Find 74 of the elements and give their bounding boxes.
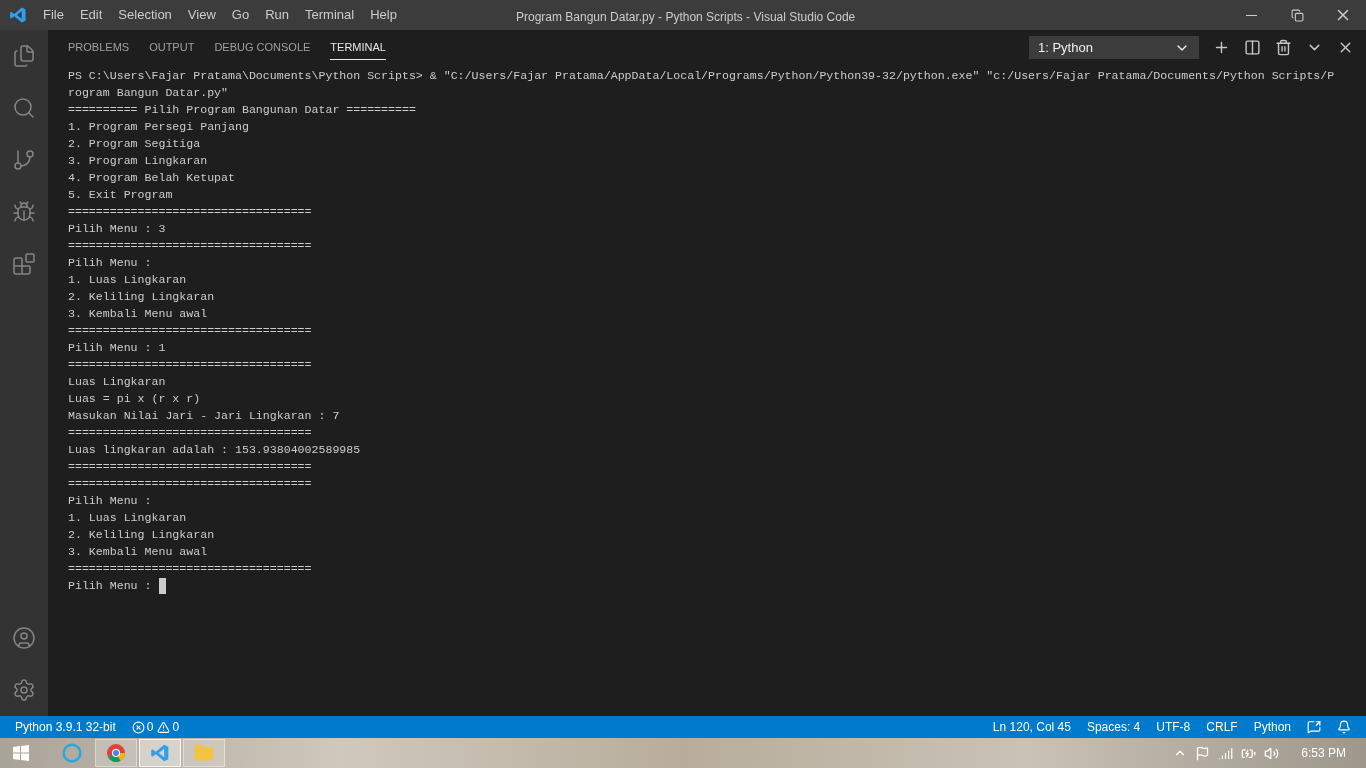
minimize-icon	[1245, 14, 1257, 16]
menu-item[interactable]: File	[35, 0, 72, 30]
terminal-line: Pilih Menu : 3	[68, 221, 166, 237]
terminal-line: ===================================	[68, 204, 312, 220]
terminal-line: 5. Exit Program	[68, 187, 173, 203]
terminal-line: ===================================	[68, 459, 312, 475]
terminal-line: ===================================	[68, 323, 312, 339]
taskbar-app[interactable]	[139, 739, 181, 767]
signal-icon[interactable]	[1218, 745, 1234, 761]
status-item[interactable]: Ln 120, Col 45	[992, 718, 1071, 736]
terminal-dropdown[interactable]: 1: Python	[1029, 36, 1199, 59]
terminal-line: Pilih Menu :	[68, 493, 152, 509]
volume-icon[interactable]	[1264, 745, 1280, 761]
error-count[interactable]: 0	[146, 718, 154, 736]
panel-tab[interactable]: TERMINAL	[330, 35, 386, 60]
panel-tab[interactable]: DEBUG CONSOLE	[214, 35, 311, 60]
flag-icon[interactable]	[1195, 745, 1211, 761]
menu-item[interactable]: Go	[223, 0, 258, 30]
terminal-line: ===================================	[68, 476, 312, 492]
plus-icon[interactable]	[1213, 39, 1230, 56]
menu-item[interactable]: Run	[257, 0, 297, 30]
terminal-line: 1. Luas Lingkaran	[68, 510, 187, 526]
terminal-line: Luas Lingkaran	[68, 374, 166, 390]
status-item[interactable]: UTF-8	[1156, 718, 1191, 736]
cursor	[158, 577, 166, 594]
terminal-line: 2. Program Segitiga	[68, 136, 201, 152]
warning-count[interactable]: 0	[172, 718, 180, 736]
terminal-line: Luas lingkaran adalah : 153.93804002589985	[68, 442, 361, 458]
menu-item[interactable]: Selection	[110, 0, 180, 30]
terminal-line: ========== Pilih Program Bangunan Datar ==========	[68, 102, 416, 118]
terminal-line: ===================================	[68, 357, 312, 373]
feedback-icon[interactable]	[1307, 720, 1321, 734]
terminal-line: Pilih Menu : 1	[68, 340, 166, 356]
trash-icon[interactable]	[1275, 39, 1292, 56]
terminal-line: ===================================	[68, 425, 312, 441]
panel-tab[interactable]: PROBLEMS	[68, 35, 130, 60]
menu-item[interactable]: Help	[362, 0, 405, 30]
error-icon	[131, 720, 145, 734]
menu-item[interactable]: View	[179, 0, 224, 30]
terminal-line: 4. Program Belah Ketupat	[68, 170, 235, 186]
folder-icon	[194, 743, 214, 763]
terminal-line: 3. Kembali Menu awal	[68, 544, 208, 560]
terminal-prompt: Pilih Menu :	[68, 578, 152, 594]
restore-icon	[1290, 8, 1304, 22]
window-title: Program Bangun Datar.py - Python Scripts - Visual Studio Code	[516, 9, 856, 26]
terminal-line: Pilih Menu :	[68, 255, 152, 271]
split-icon[interactable]	[1244, 39, 1261, 56]
vscode-icon	[150, 743, 170, 763]
status-item[interactable]: Spaces: 4	[1086, 718, 1141, 736]
taskbar-app[interactable]	[95, 739, 137, 767]
terminal-line: 1. Luas Lingkaran	[68, 272, 187, 288]
terminal-line: 2. Keliling Lingkaran	[68, 289, 215, 305]
status-item[interactable]: CRLF	[1206, 718, 1238, 736]
terminal-line: 2. Keliling Lingkaran	[68, 527, 215, 543]
terminal-line: ===================================	[68, 561, 312, 577]
vscode-logo-icon	[8, 6, 27, 24]
chrome-icon	[106, 743, 126, 763]
panel-tab[interactable]: OUTPUT	[149, 35, 195, 60]
menu-item[interactable]: Terminal	[297, 0, 363, 30]
warning-icon	[157, 720, 171, 734]
menu-item[interactable]: Edit	[71, 0, 111, 30]
ring-icon	[62, 743, 82, 763]
terminal-line: 3. Kembali Menu awal	[68, 306, 208, 322]
terminal-line: ===================================	[68, 238, 312, 254]
terminal-line: Luas = pi x (r x r)	[68, 391, 201, 407]
status-item[interactable]: Python	[1253, 718, 1291, 736]
interpreter-label[interactable]: Python 3.9.1 32-bit	[15, 718, 116, 736]
terminal-line: PS C:\Users\Fajar Pratama\Documents\Python Scripts> & "C:/Users/Fajar Pratama/AppData/Local/Programs/Python/Python39-32/python.exe" "c:/Users/Fajar Pratama/Documents/Python Scripts/P	[68, 68, 1335, 84]
terminal-line: Masukan Nilai Jari - Jari Lingkaran : 7	[68, 408, 340, 424]
terminal-line: 1. Program Persegi Panjang	[68, 119, 249, 135]
windows-icon[interactable]	[13, 745, 29, 761]
terminal-line: 3. Program Lingkaran	[68, 153, 208, 169]
terminal-line: rogram Bangun Datar.py"	[68, 85, 229, 101]
bell-icon[interactable]	[1337, 720, 1351, 734]
